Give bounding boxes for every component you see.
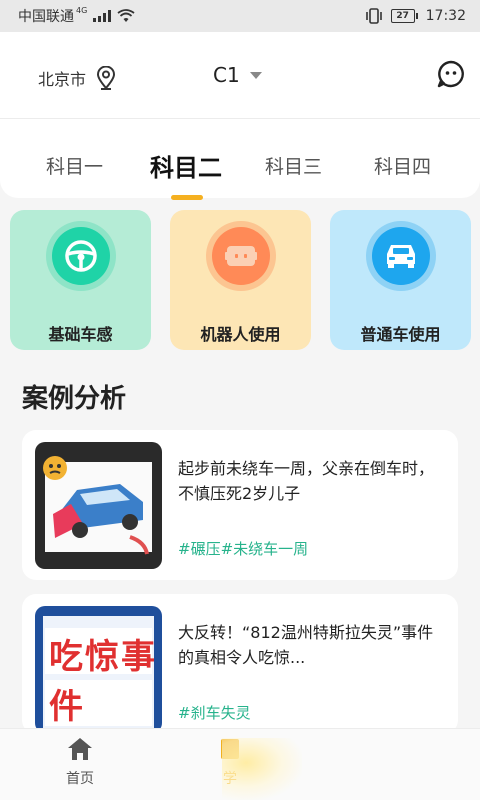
active-tab-indicator	[171, 195, 203, 200]
wifi-icon	[117, 9, 135, 22]
category-basic-car-sense[interactable]: 基础车感	[10, 210, 151, 350]
section-title: 案例分析	[22, 384, 127, 414]
category-label: 普通车使用	[360, 325, 441, 344]
category-regular-car-use[interactable]: 普通车使用	[330, 210, 471, 350]
city-selector[interactable]: 北京市	[38, 66, 116, 90]
city-label: 北京市	[38, 70, 87, 89]
article-title: 大反转！“812温州特斯拉失灵”事件的真相令人吃惊...	[178, 623, 434, 667]
category-label: 机器人使用	[200, 325, 281, 344]
tab-subject-2[interactable]: 科目二	[150, 148, 222, 183]
article-tags: #碾压#未绕车一周	[178, 540, 309, 558]
thumbnail-text: 吃惊事件	[49, 637, 157, 727]
article-title: 起步前未绕车一周，父亲在倒车时，不慎压死2岁儿子	[178, 459, 435, 503]
network-type: 4G	[76, 5, 88, 15]
battery-icon: 27	[390, 9, 418, 23]
caret-down-icon	[249, 71, 262, 79]
location-pin-icon	[97, 66, 116, 90]
status-bar: 中国联通 4G 27 17:32	[0, 0, 480, 32]
category-robot-use[interactable]: 机器人使用	[170, 210, 311, 350]
article-thumbnail	[35, 442, 162, 569]
tab-subject-4[interactable]: 科目四	[374, 152, 431, 179]
nav-home[interactable]: 首页	[50, 737, 110, 788]
vibrate-icon	[365, 8, 382, 24]
article-card[interactable]: 起步前未绕车一周，父亲在倒车时，不慎压死2岁儿子 #碾压#未绕车一周	[22, 430, 458, 580]
tab-subject-1[interactable]: 科目一	[46, 152, 103, 179]
category-cards: 基础车感 机器人使用 普通车使用	[10, 210, 471, 350]
category-label: 基础车感	[48, 325, 113, 344]
tab-subject-3[interactable]: 科目三	[265, 152, 322, 179]
home-icon	[68, 738, 92, 760]
license-type-label: C1	[213, 63, 240, 87]
chat-bubble-icon[interactable]	[437, 60, 465, 88]
article-card[interactable]: 吃惊事件 大反转！“812温州特斯拉失灵”事件的真相令人吃惊... #刹车失灵	[22, 594, 458, 734]
top-bar: 北京市 C1	[0, 32, 480, 118]
nav-label: 首页	[66, 771, 94, 787]
robot-icon	[211, 227, 270, 285]
signal-icon	[93, 10, 112, 22]
subject-tabs: 科目一 科目二 科目三 科目四	[0, 118, 480, 200]
car-icon	[371, 227, 430, 285]
license-type-dropdown[interactable]: C1	[213, 63, 262, 87]
tap-highlight	[222, 738, 302, 800]
article-tags: #刹车失灵	[178, 704, 251, 722]
battery-level: 27	[390, 9, 415, 23]
clock: 17:32	[425, 8, 466, 24]
article-thumbnail: 吃惊事件	[35, 606, 162, 733]
steering-wheel-icon	[51, 227, 110, 285]
carrier-name: 中国联通	[18, 9, 74, 25]
